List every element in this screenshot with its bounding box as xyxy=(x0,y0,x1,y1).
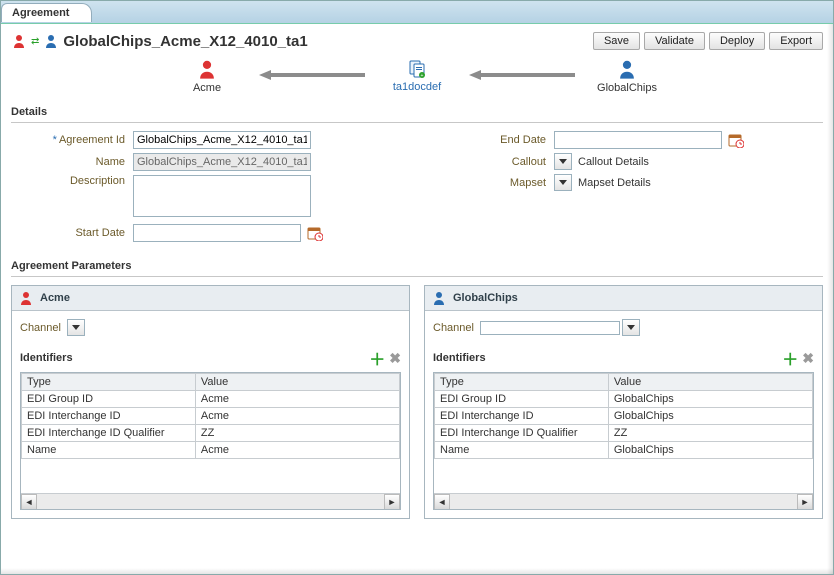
flow-right-icon xyxy=(616,58,638,80)
partner-blue-icon xyxy=(431,290,447,306)
remove-identifier-icon[interactable]: ✖ xyxy=(389,350,401,367)
details-heading: Details xyxy=(11,106,823,118)
start-date-label: Start Date xyxy=(11,227,133,239)
docdef-icon: + xyxy=(407,59,427,79)
add-identifier-icon[interactable]: ＋ xyxy=(782,346,798,370)
table-row: EDI Interchange ID QualifierZZ xyxy=(435,425,813,442)
table-row: EDI Interchange IDAcme xyxy=(22,408,400,425)
end-date-label: End Date xyxy=(432,134,554,146)
flow-docdef-link[interactable]: ta1docdef xyxy=(393,81,441,93)
tab-label: Agreement xyxy=(12,7,69,19)
panel-left-title: Acme xyxy=(40,292,70,304)
partner-red-icon xyxy=(18,290,34,306)
end-date-input[interactable] xyxy=(554,131,722,149)
channel-select-right[interactable] xyxy=(480,321,620,335)
export-button[interactable]: Export xyxy=(769,32,823,50)
scroll-left-icon[interactable]: ◄ xyxy=(21,494,37,510)
flow-right-label: GlobalChips xyxy=(597,82,657,94)
deploy-button[interactable]: Deploy xyxy=(709,32,765,50)
panel-right-title: GlobalChips xyxy=(453,292,518,304)
tab-agreement[interactable]: Agreement xyxy=(1,3,92,22)
identifiers-table-right: Type Value EDI Group IDGlobalChips EDI I… xyxy=(434,373,813,459)
swap-icon: ⇄ xyxy=(31,36,39,47)
page-title: GlobalChips_Acme_X12_4010_ta1 xyxy=(63,33,307,50)
agreement-id-label: Agreement Id xyxy=(59,134,125,146)
mapset-details-link[interactable]: Mapset Details xyxy=(578,177,651,189)
table-row: EDI Group IDAcme xyxy=(22,391,400,408)
svg-text:+: + xyxy=(421,73,424,79)
save-button[interactable]: Save xyxy=(593,32,640,50)
col-value[interactable]: Value xyxy=(608,374,812,391)
add-identifier-icon[interactable]: ＋ xyxy=(369,346,385,370)
mapset-label: Mapset xyxy=(432,177,554,189)
partner-panel-right: GlobalChips Channel Identifiers ＋ ✖ xyxy=(424,285,823,519)
scrollbar-horizontal[interactable]: ◄ ► xyxy=(434,493,813,509)
callout-details-link[interactable]: Callout Details xyxy=(578,156,649,168)
channel-select-left[interactable] xyxy=(67,319,85,336)
validate-button[interactable]: Validate xyxy=(644,32,705,50)
scroll-left-icon[interactable]: ◄ xyxy=(434,494,450,510)
table-row: EDI Interchange ID QualifierZZ xyxy=(22,425,400,442)
name-input xyxy=(133,153,311,171)
mapset-dropdown[interactable] xyxy=(554,174,572,191)
scroll-right-icon[interactable]: ► xyxy=(797,494,813,510)
channel-label: Channel xyxy=(433,322,474,334)
params-heading: Agreement Parameters xyxy=(11,260,823,272)
arrow-left-icon xyxy=(257,65,367,85)
description-label: Description xyxy=(11,175,133,187)
partner-blue-icon xyxy=(43,33,59,49)
col-value[interactable]: Value xyxy=(195,374,399,391)
scrollbar-horizontal[interactable]: ◄ ► xyxy=(21,493,400,509)
table-row: EDI Interchange IDGlobalChips xyxy=(435,408,813,425)
flow-left-icon xyxy=(196,58,218,80)
calendar-icon[interactable] xyxy=(728,132,744,148)
remove-identifier-icon[interactable]: ✖ xyxy=(802,350,814,367)
col-type[interactable]: Type xyxy=(435,374,609,391)
col-type[interactable]: Type xyxy=(22,374,196,391)
identifiers-table-left: Type Value EDI Group IDAcme EDI Intercha… xyxy=(21,373,400,459)
table-row: NameAcme xyxy=(22,442,400,459)
calendar-icon[interactable] xyxy=(307,225,323,241)
channel-dropdown-right[interactable] xyxy=(622,319,640,336)
table-row: NameGlobalChips xyxy=(435,442,813,459)
flow-left-label: Acme xyxy=(193,82,221,94)
scroll-right-icon[interactable]: ► xyxy=(384,494,400,510)
name-label: Name xyxy=(11,156,133,168)
table-row: EDI Group IDGlobalChips xyxy=(435,391,813,408)
partner-red-icon xyxy=(11,33,27,49)
start-date-input[interactable] xyxy=(133,224,301,242)
partner-panel-left: Acme Channel Identifiers ＋ ✖ xyxy=(11,285,410,519)
agreement-id-input[interactable] xyxy=(133,131,311,149)
arrow-right-icon xyxy=(467,65,577,85)
description-textarea[interactable] xyxy=(133,175,311,217)
identifiers-label: Identifiers xyxy=(20,352,73,364)
channel-label: Channel xyxy=(20,322,61,334)
callout-dropdown[interactable] xyxy=(554,153,572,170)
identifiers-label: Identifiers xyxy=(433,352,486,364)
callout-label: Callout xyxy=(432,156,554,168)
